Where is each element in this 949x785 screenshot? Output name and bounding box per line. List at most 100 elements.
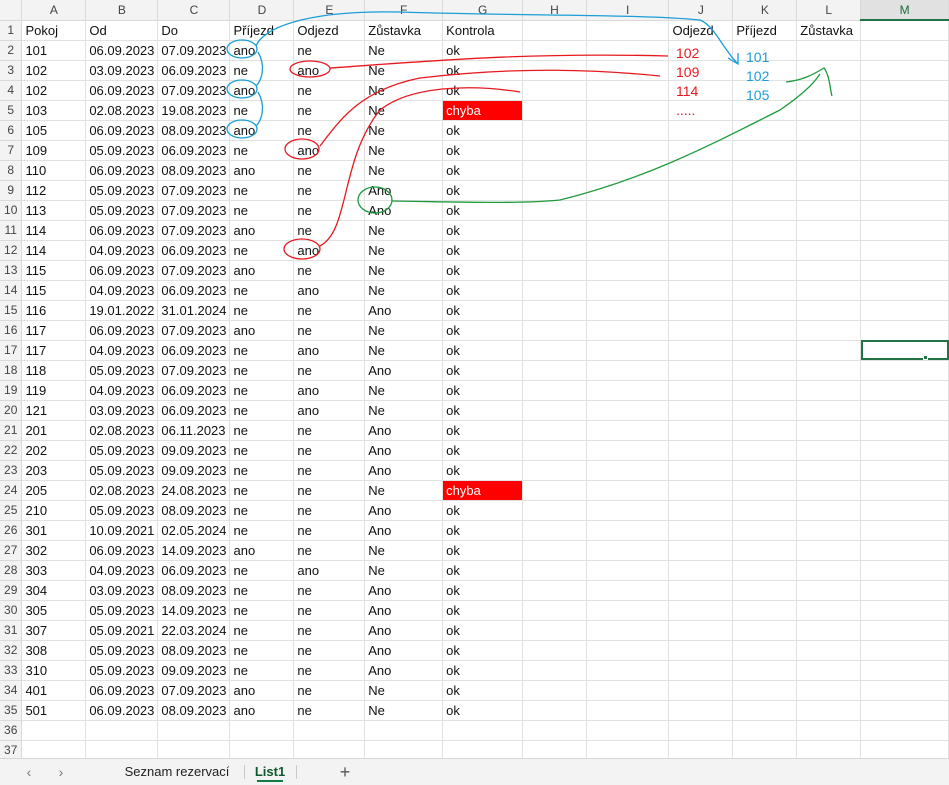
column-header-j[interactable]: J	[668, 0, 734, 21]
cell-h5[interactable]	[522, 100, 587, 121]
cell-f23[interactable]: Ano	[364, 460, 444, 481]
cell-i3[interactable]	[586, 60, 670, 81]
cell-m35[interactable]	[860, 700, 949, 721]
cell-g12[interactable]: ok	[442, 240, 524, 261]
cell-m10[interactable]	[860, 200, 949, 221]
cell-h35[interactable]	[522, 700, 587, 721]
cell-b29[interactable]: 03.09.2023	[85, 580, 159, 601]
cell-k2[interactable]	[732, 40, 798, 61]
cell-g3[interactable]: ok	[442, 60, 524, 81]
cell-j15[interactable]	[668, 300, 734, 321]
cell-e10[interactable]: ne	[293, 200, 366, 221]
cell-k37[interactable]	[732, 740, 798, 758]
cell-f27[interactable]: Ne	[364, 540, 444, 561]
cell-j11[interactable]	[668, 220, 734, 241]
cell-f36[interactable]	[364, 720, 444, 741]
cell-a9[interactable]: 112	[21, 180, 87, 201]
cell-f3[interactable]: Ne	[364, 60, 444, 81]
cell-j12[interactable]	[668, 240, 734, 261]
cell-m37[interactable]	[860, 740, 949, 758]
cell-b19[interactable]: 04.09.2023	[85, 380, 159, 401]
row-header[interactable]: 7	[0, 140, 23, 161]
cell-h11[interactable]	[522, 220, 587, 241]
cell-e37[interactable]	[293, 740, 366, 758]
cell-f7[interactable]: Ne	[364, 140, 444, 161]
column-header-h[interactable]: H	[522, 0, 587, 21]
cell-c26[interactable]: 02.05.2024	[157, 520, 231, 541]
cell-k4[interactable]	[732, 80, 798, 101]
add-sheet-plus-icon[interactable]: +	[334, 761, 356, 783]
cell-a12[interactable]: 114	[21, 240, 87, 261]
cell-a22[interactable]: 202	[21, 440, 87, 461]
cell-d33[interactable]: ne	[229, 660, 295, 681]
cell-h12[interactable]	[522, 240, 587, 261]
cell-b28[interactable]: 04.09.2023	[85, 560, 159, 581]
cell-b30[interactable]: 05.09.2023	[85, 600, 159, 621]
cell-c28[interactable]: 06.09.2023	[157, 560, 231, 581]
cell-k24[interactable]	[732, 480, 798, 501]
cell-h2[interactable]	[522, 40, 587, 61]
cell-m25[interactable]	[860, 500, 949, 521]
cell-i20[interactable]	[586, 400, 670, 421]
cell-b12[interactable]: 04.09.2023	[85, 240, 159, 261]
row-header[interactable]: 17	[0, 340, 23, 361]
cell-i13[interactable]	[586, 260, 670, 281]
row-header[interactable]: 23	[0, 460, 23, 481]
cell-h20[interactable]	[522, 400, 587, 421]
cell-d37[interactable]	[229, 740, 295, 758]
cell-l20[interactable]	[796, 400, 862, 421]
cell-l35[interactable]	[796, 700, 862, 721]
cell-h36[interactable]	[522, 720, 587, 741]
cell-i11[interactable]	[586, 220, 670, 241]
cell-a32[interactable]: 308	[21, 640, 87, 661]
row-header[interactable]: 9	[0, 180, 23, 201]
cell-b17[interactable]: 04.09.2023	[85, 340, 159, 361]
cell-e28[interactable]: ano	[293, 560, 366, 581]
cell-f37[interactable]	[364, 740, 444, 758]
cell-h13[interactable]	[522, 260, 587, 281]
cell-c16[interactable]: 07.09.2023	[157, 320, 231, 341]
cell-b1[interactable]: Od	[85, 20, 159, 41]
cell-k5[interactable]	[732, 100, 798, 121]
cell-i1[interactable]	[586, 20, 670, 41]
cell-l18[interactable]	[796, 360, 862, 381]
cell-i31[interactable]	[586, 620, 670, 641]
cell-e12[interactable]: ano	[293, 240, 366, 261]
cell-c9[interactable]: 07.09.2023	[157, 180, 231, 201]
cell-b37[interactable]	[85, 740, 159, 758]
row-header[interactable]: 16	[0, 320, 23, 341]
cell-d30[interactable]: ne	[229, 600, 295, 621]
row-header[interactable]: 11	[0, 220, 23, 241]
cell-k13[interactable]	[732, 260, 798, 281]
cell-d22[interactable]: ne	[229, 440, 295, 461]
cell-b23[interactable]: 05.09.2023	[85, 460, 159, 481]
cell-m18[interactable]	[860, 360, 949, 381]
cell-a20[interactable]: 121	[21, 400, 87, 421]
cell-i37[interactable]	[586, 740, 670, 758]
cell-d23[interactable]: ne	[229, 460, 295, 481]
cell-j10[interactable]	[668, 200, 734, 221]
column-header-a[interactable]: A	[21, 0, 87, 21]
cell-g29[interactable]: ok	[442, 580, 524, 601]
cell-c8[interactable]: 08.09.2023	[157, 160, 231, 181]
cell-k28[interactable]	[732, 560, 798, 581]
column-header-f[interactable]: F	[364, 0, 444, 21]
cell-e29[interactable]: ne	[293, 580, 366, 601]
cell-f5[interactable]: Ne	[364, 100, 444, 121]
cell-h30[interactable]	[522, 600, 587, 621]
cell-e17[interactable]: ano	[293, 340, 366, 361]
cell-h22[interactable]	[522, 440, 587, 461]
cell-f32[interactable]: Ano	[364, 640, 444, 661]
cell-e13[interactable]: ne	[293, 260, 366, 281]
row-header[interactable]: 3	[0, 60, 23, 81]
row-header[interactable]: 1	[0, 20, 23, 41]
cell-m20[interactable]	[860, 400, 949, 421]
cell-b8[interactable]: 06.09.2023	[85, 160, 159, 181]
cell-g16[interactable]: ok	[442, 320, 524, 341]
cell-l12[interactable]	[796, 240, 862, 261]
cell-d15[interactable]: ne	[229, 300, 295, 321]
row-header[interactable]: 34	[0, 680, 23, 701]
cell-g5[interactable]: chyba	[442, 100, 524, 121]
cell-h17[interactable]	[522, 340, 587, 361]
cell-j26[interactable]	[668, 520, 734, 541]
